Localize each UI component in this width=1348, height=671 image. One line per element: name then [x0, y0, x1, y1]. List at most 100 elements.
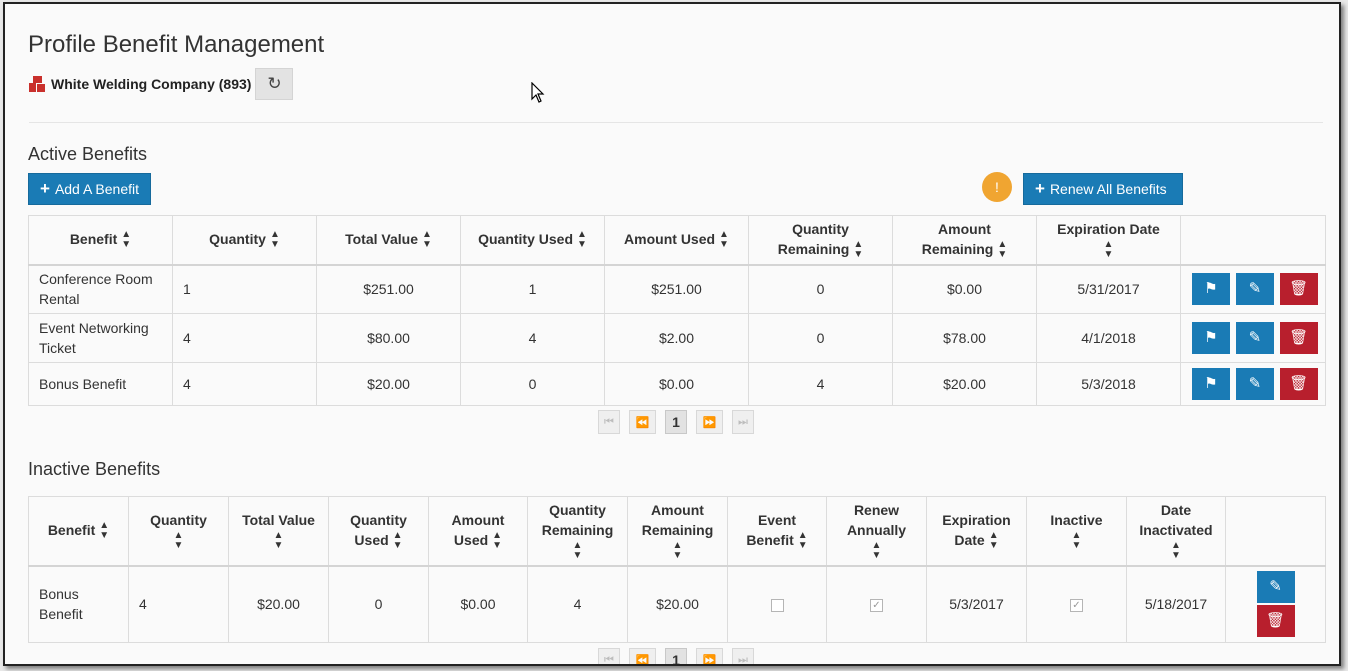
trash-icon: 🗑	[1265, 612, 1286, 630]
sort-icon: ▲ ▼	[99, 520, 110, 542]
flag-button[interactable]: ⚑	[1192, 273, 1230, 306]
sort-icon: ▲ ▼	[853, 239, 864, 261]
last-page-icon: ⏭	[738, 415, 748, 428]
prev-page-icon: ⏪	[635, 416, 650, 429]
column-header-renew-annually[interactable]: Renew Annually ▲ ▼	[826, 496, 927, 567]
sort-icon: ▲ ▼	[672, 540, 683, 562]
event-benefit-checkbox	[770, 599, 784, 613]
column-header-total-value[interactable]: Total Value ▲ ▼	[316, 215, 461, 266]
column-header-amount-used[interactable]: Amount Used ▲ ▼	[604, 215, 749, 266]
column-header-quantity-used[interactable]: Quantity Used ▲ ▼	[328, 496, 429, 567]
sort-icon: ▲ ▼	[572, 540, 583, 562]
edit-icon: ✎	[1269, 578, 1282, 596]
delete-button[interactable]: 🗑	[1279, 368, 1318, 400]
column-header-quantity[interactable]: Quantity ▲ ▼	[128, 496, 229, 567]
cell-amount-used: $251.00	[604, 264, 749, 314]
edit-button[interactable]: ✎	[1256, 571, 1295, 604]
first-page-icon: ⏮	[604, 653, 614, 666]
header-divider	[29, 122, 1323, 123]
cell-benefit: Bonus Benefit	[28, 362, 173, 406]
prev-page-button[interactable]: ⏪	[629, 410, 656, 434]
cell-amount-used: $0.00	[428, 565, 528, 643]
organization-icon	[29, 76, 45, 92]
cell-quantity: 4	[172, 362, 317, 406]
cell-expiration-date: 4/1/2018	[1036, 313, 1181, 363]
table-row: Event Networking Ticket 4 $80.00 4 $2.00…	[28, 313, 1326, 363]
column-header-amount-used[interactable]: Amount Used ▲ ▼	[428, 496, 528, 567]
cell-expiration-date: 5/3/2017	[926, 565, 1027, 643]
last-page-button[interactable]: ⏭	[732, 648, 754, 664]
plus-icon: +	[1035, 179, 1045, 198]
edit-button[interactable]: ✎	[1235, 273, 1274, 306]
page-number-button[interactable]: 1	[665, 648, 687, 664]
cell-amount-remaining: $20.00	[892, 362, 1037, 406]
sort-icon: ▲ ▼	[492, 530, 503, 552]
first-page-button[interactable]: ⏮	[598, 648, 620, 666]
column-header-event-benefit[interactable]: Event Benefit ▲ ▼	[727, 496, 827, 567]
cell-quantity-used: 1	[460, 264, 605, 314]
next-page-icon: ⏩	[702, 416, 717, 429]
column-header-quantity-remaining[interactable]: Quantity Remaining ▲ ▼	[748, 215, 893, 266]
table-row: Conference Room Rental 1 $251.00 1 $251.…	[28, 264, 1326, 314]
active-benefits-table: Benefit ▲ ▼ Quantity ▲ ▼ Total Value ▲ ▼ Quant…	[28, 215, 1326, 406]
flag-button[interactable]: ⚑	[1192, 368, 1230, 400]
renew-annually-checkbox: ✓	[870, 599, 883, 613]
next-page-button[interactable]: ⏩	[696, 648, 723, 664]
cell-quantity-remaining: 0	[748, 264, 893, 314]
cell-expiration-date: 5/3/2018	[1036, 362, 1181, 406]
renew-all-label: Renew All Benefits	[1049, 181, 1167, 197]
page-title: Profile Benefit Management	[28, 31, 325, 58]
flag-button[interactable]: ⚑	[1192, 322, 1230, 354]
inactive-benefits-title: Inactive Benefits	[28, 459, 161, 479]
plus-icon: +	[40, 179, 50, 198]
cell-quantity-remaining: 4	[748, 362, 893, 406]
prev-page-button[interactable]: ⏪	[629, 648, 656, 664]
flag-icon: ⚑	[1204, 280, 1218, 298]
column-header-benefit[interactable]: Benefit ▲ ▼	[28, 496, 129, 567]
sort-icon: ▲ ▼	[871, 540, 882, 562]
column-header-total-value[interactable]: Total Value ▲ ▼	[228, 496, 329, 567]
column-header-date-inactivated[interactable]: Date Inactivated ▲ ▼	[1126, 496, 1226, 567]
column-header-amount-remaining[interactable]: Amount Remaining ▲ ▼	[627, 496, 728, 567]
edit-button[interactable]: ✎	[1235, 368, 1274, 400]
add-benefit-button[interactable]: + Add A Benefit	[28, 173, 152, 205]
cell-amount-remaining: $0.00	[892, 264, 1037, 314]
delete-button[interactable]: 🗑	[1279, 322, 1318, 354]
refresh-button[interactable]: ↻	[255, 68, 294, 100]
cell-quantity-used: 4	[460, 313, 605, 363]
first-page-button[interactable]: ⏮	[598, 410, 620, 434]
cell-total-value: $20.00	[228, 565, 329, 643]
sort-icon: ▲ ▼	[988, 530, 999, 552]
cell-date-inactivated: 5/18/2017	[1126, 565, 1226, 643]
column-header-quantity-remaining[interactable]: Quantity Remaining ▲ ▼	[527, 496, 628, 567]
renew-all-benefits-button[interactable]: + Renew All Benefits	[1023, 173, 1183, 205]
sort-icon: ▲ ▼	[1103, 239, 1114, 261]
column-header-amount-remaining[interactable]: Amount Remaining ▲ ▼	[892, 215, 1037, 266]
column-header-inactive[interactable]: Inactive ▲ ▼	[1026, 496, 1127, 567]
edit-button[interactable]: ✎	[1235, 322, 1274, 354]
table-header-row: Benefit ▲ ▼ Quantity ▲ ▼ Total Value ▲ ▼ Quant…	[28, 496, 1326, 567]
column-header-expiration-date[interactable]: Expiration Date ▲ ▼	[926, 496, 1027, 567]
table-row: Bonus Benefit 4 $20.00 0 $0.00 4 $20.00 …	[28, 565, 1326, 643]
column-header-benefit[interactable]: Benefit ▲ ▼	[28, 215, 173, 266]
row-actions: ⚑ ✎ 🗑	[1180, 313, 1326, 363]
page-number-button[interactable]: 1	[665, 410, 687, 434]
cell-quantity: 1	[172, 264, 317, 314]
delete-button[interactable]: 🗑	[1279, 273, 1318, 306]
cell-benefit: Event Networking Ticket	[28, 313, 173, 363]
delete-button[interactable]: 🗑	[1256, 605, 1295, 638]
cell-total-value: $20.00	[316, 362, 461, 406]
next-page-button[interactable]: ⏩	[696, 410, 723, 434]
cell-inactive: ✓	[1026, 565, 1127, 643]
cell-amount-used: $2.00	[604, 313, 749, 363]
app-window: Profile Benefit Management White Welding…	[3, 2, 1341, 666]
column-header-actions	[1225, 496, 1326, 567]
table-header-row: Benefit ▲ ▼ Quantity ▲ ▼ Total Value ▲ ▼ Quant…	[28, 215, 1326, 266]
cell-benefit: Bonus Benefit	[28, 565, 129, 643]
column-header-quantity[interactable]: Quantity ▲ ▼	[172, 215, 317, 266]
column-header-actions	[1180, 215, 1326, 266]
alert-badge-icon[interactable]: !	[982, 172, 1012, 202]
last-page-button[interactable]: ⏭	[732, 410, 754, 434]
column-header-expiration-date[interactable]: Expiration Date ▲ ▼	[1036, 215, 1181, 266]
column-header-quantity-used[interactable]: Quantity Used ▲ ▼	[460, 215, 605, 266]
